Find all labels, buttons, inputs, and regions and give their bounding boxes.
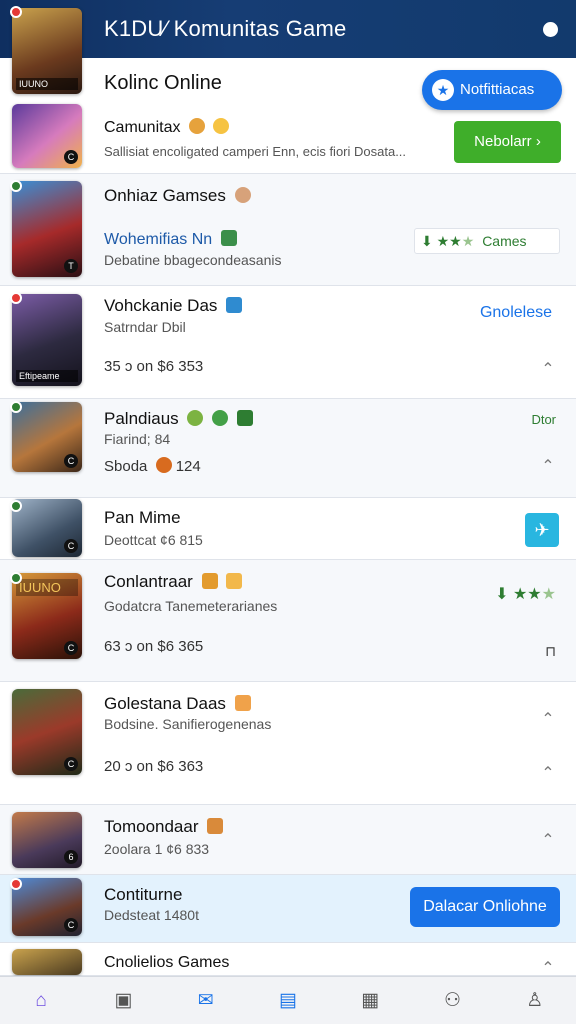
badge-icon: 6	[64, 850, 78, 864]
calendar-icon[interactable]: ▦	[329, 977, 411, 1024]
game-thumbnail[interactable]: IUUNO C	[12, 573, 82, 659]
star-emoji-icon	[213, 118, 230, 134]
chevron-up-icon[interactable]: ⌃	[540, 766, 556, 782]
notification-dot	[10, 6, 22, 18]
list-item[interactable]: Pan Mime Deottcat ¢6 815	[0, 498, 576, 560]
home-icon[interactable]: ⌂	[0, 977, 82, 1024]
chevron-up-icon[interactable]: ⌃	[540, 362, 556, 378]
crown-icon	[226, 573, 243, 589]
top-card-title: Kolinc Online	[104, 72, 222, 94]
bookmark-icon[interactable]: ⊓	[545, 643, 556, 660]
crown-icon	[201, 573, 218, 589]
chevron-up-icon[interactable]: ⌃	[540, 459, 556, 475]
action-link[interactable]: Gnolelese	[480, 304, 552, 322]
notification-dot	[10, 292, 22, 304]
status-dot	[10, 572, 22, 584]
store-icon[interactable]: ▣	[82, 977, 164, 1024]
list-item[interactable]: Tomoondaar 2oolara 1 ¢6 833 ⌃	[0, 805, 576, 875]
status-dot	[10, 500, 22, 512]
menu-dot-icon[interactable]	[543, 22, 558, 37]
action-link[interactable]: Dtor	[531, 412, 556, 427]
arrow-right-icon: ›	[535, 133, 541, 150]
game-thumbnail[interactable]: Eftipeame	[12, 294, 82, 386]
emoji-icon	[236, 410, 253, 426]
badge-icon: T	[64, 259, 78, 273]
chest-icon	[207, 818, 224, 834]
star-icon: ★	[432, 79, 454, 101]
notification-dot	[10, 878, 22, 890]
bottom-navigation: ⌂ ▣ ✉ ▤ ▦ ⚇ ♙	[0, 976, 576, 1024]
online-button[interactable]: Dalacar Onliohne	[410, 887, 560, 927]
green-action-button[interactable]: Nebolarr ›	[454, 121, 561, 163]
down-arrow-icon: ⬇	[421, 233, 433, 249]
game-thumbnail[interactable]: C	[12, 104, 82, 168]
app-header: K1DU⁄ Komunitas Game	[0, 0, 576, 58]
rating-stars: ⬇ ★★★	[495, 586, 556, 603]
avatar-icon	[234, 187, 251, 203]
game-thumbnail[interactable]: 6	[12, 812, 82, 868]
chart-icon[interactable]: ▤	[247, 977, 329, 1024]
list-item[interactable]: Palndiaus Fiarind; 84 Sboda 124 ⌃	[0, 399, 576, 498]
person-icon	[220, 230, 237, 246]
chevron-up-icon[interactable]: ⌃	[540, 961, 556, 977]
coin-icon	[155, 457, 172, 473]
list-item[interactable]: Golestana Daas Bodsine. Sanifierogenenas…	[0, 682, 576, 805]
emoji-icon	[212, 410, 229, 426]
badge-icon: C	[64, 918, 78, 932]
app-title: K1DU⁄ Komunitas Game	[104, 16, 347, 41]
game-thumbnail[interactable]: C	[12, 499, 82, 557]
badge-icon: C	[64, 757, 78, 771]
game-thumbnail[interactable]: IUUNO	[12, 8, 82, 94]
plane-button[interactable]: ✈	[525, 513, 559, 547]
badge-icon: C	[64, 454, 78, 468]
game-thumbnail[interactable]	[12, 949, 82, 975]
list-item[interactable]: Vohckanie Das Satrndar Dbil 35 ɔ on $6 3…	[0, 286, 576, 399]
chevron-up-icon[interactable]: ⌃	[540, 833, 556, 849]
game-thumbnail[interactable]: C	[12, 402, 82, 472]
emoji-icon	[187, 410, 204, 426]
status-dot	[10, 180, 22, 192]
list-item[interactable]: Cnolielios Games ⌃	[0, 943, 576, 977]
emoji-icon	[188, 118, 205, 134]
community-desc: Sallisiat encoligated camperi Enn, ecis …	[104, 144, 407, 159]
status-dot	[10, 401, 22, 413]
game-thumbnail[interactable]: C	[12, 878, 82, 936]
badge-icon: C	[64, 539, 78, 553]
rating-badge: ⬇ ★★★ Cames	[414, 228, 560, 254]
badge-icon: C	[64, 150, 78, 164]
community-title: Camunitax	[104, 118, 230, 137]
list-item[interactable]: Conlantraar Godatcra Tanemeterarianes 63…	[0, 560, 576, 682]
badge-icon: C	[64, 641, 78, 655]
game-thumbnail[interactable]: T	[12, 181, 82, 277]
profile-icon[interactable]: ⚇	[411, 977, 493, 1024]
hand-icon	[234, 695, 251, 711]
mail-icon[interactable]: ✉	[165, 977, 247, 1024]
account-icon[interactable]: ♙	[494, 977, 576, 1024]
notifications-button[interactable]: ★ Notfittiacas	[422, 70, 562, 110]
chevron-up-icon[interactable]: ⌃	[540, 712, 556, 728]
game-thumbnail[interactable]: C	[12, 689, 82, 775]
game-icon	[226, 297, 243, 313]
